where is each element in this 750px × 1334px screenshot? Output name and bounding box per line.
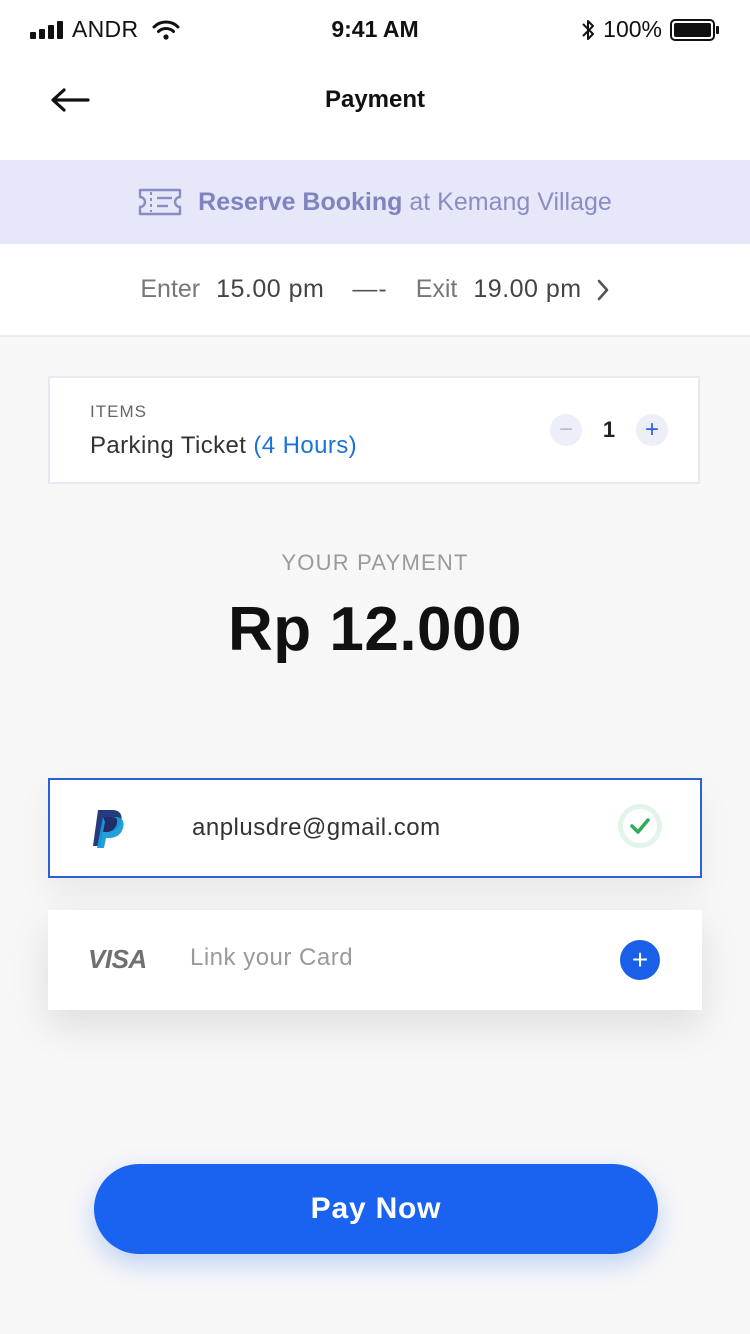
status-bar: ANDR 9:41 AM 100%	[0, 0, 750, 60]
bluetooth-icon	[582, 19, 595, 40]
add-card-button[interactable]: +	[620, 940, 660, 980]
time-separator: —-	[352, 275, 388, 303]
selected-check	[618, 804, 662, 848]
battery-icon	[670, 18, 719, 41]
banner-text: Reserve Booking at Kemang Village	[198, 188, 612, 217]
status-right: 100%	[581, 16, 720, 43]
paypal-account: anplusdre@gmail.com	[192, 814, 441, 841]
battery-percent: 100%	[603, 16, 662, 42]
ticket-icon	[138, 188, 182, 216]
chevron-right-icon[interactable]	[596, 278, 610, 302]
quantity-value: 1	[602, 417, 616, 442]
visa-method-option[interactable]: VISA Link your Card +	[48, 910, 702, 1010]
banner-title: Reserve Booking	[198, 187, 403, 216]
link-card-text: Link your Card	[190, 944, 354, 971]
banner-location: at Kemang Village	[402, 187, 612, 216]
exit-time: 19.00 pm	[473, 275, 582, 303]
booking-banner: Reserve Booking at Kemang Village	[0, 160, 750, 244]
enter-time: 15.00 pm	[216, 275, 325, 303]
exit-label: Exit	[415, 275, 458, 303]
payment-amount: Rp 12.000	[227, 595, 522, 664]
page-title: Payment	[324, 86, 426, 113]
item-title: Parking Ticket	[90, 432, 247, 459]
items-label: ITEMS	[90, 402, 147, 421]
quantity-stepper: − 1 +	[550, 414, 668, 446]
increase-button[interactable]: +	[636, 414, 668, 446]
check-icon	[623, 809, 657, 843]
item-duration: (4 Hours)	[253, 432, 358, 459]
decrease-button[interactable]: −	[550, 414, 582, 446]
pay-now-button[interactable]: Pay Now	[94, 1164, 658, 1254]
nav-bar: Payment	[0, 60, 750, 160]
items-card: ITEMS Parking Ticket (4 Hours) − 1 +	[48, 376, 700, 484]
paypal-icon	[90, 808, 126, 853]
visa-logo: VISA	[88, 944, 147, 974]
payment-label: YOUR PAYMENT	[281, 550, 469, 575]
item-name: Parking Ticket (4 Hours)	[90, 432, 357, 460]
time-range-row[interactable]: Enter 15.00 pm —- Exit 19.00 pm	[0, 244, 750, 337]
paypal-method-option[interactable]: anplusdre@gmail.com	[48, 778, 702, 878]
enter-label: Enter	[140, 275, 201, 303]
